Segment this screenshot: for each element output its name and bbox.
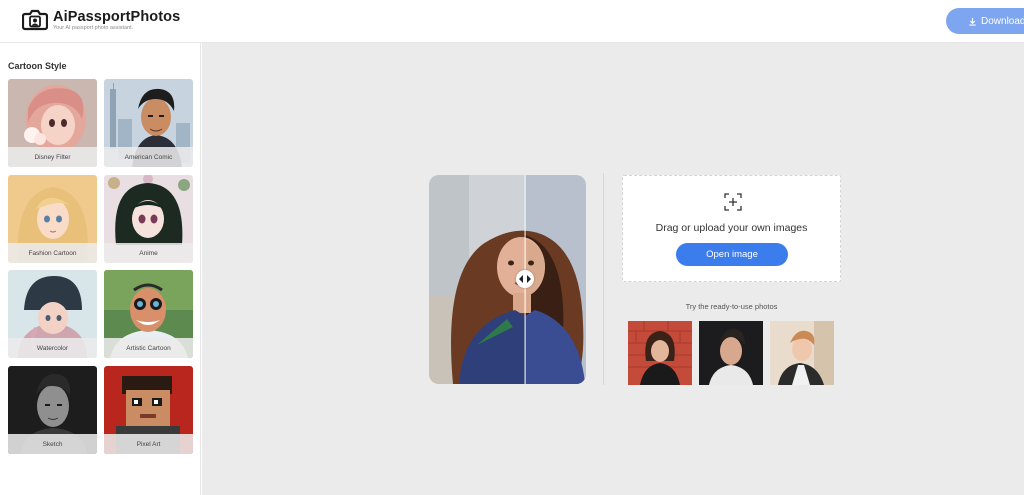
top-header: AiPassportPhotos Your AI passport photo … bbox=[0, 0, 1024, 43]
style-card-label: Sketch bbox=[8, 434, 97, 454]
open-image-button[interactable]: Open image bbox=[676, 243, 788, 266]
sample-photo-2[interactable] bbox=[699, 321, 763, 385]
style-card-artistic-cartoon[interactable]: Artistic Cartoon bbox=[104, 270, 193, 358]
compare-slider-handle[interactable] bbox=[516, 270, 534, 288]
workspace: Drag or upload your own images Open imag… bbox=[202, 43, 1024, 495]
before-after-preview[interactable] bbox=[429, 175, 586, 384]
style-card-label: Anime bbox=[104, 243, 193, 263]
add-image-icon bbox=[724, 193, 742, 211]
style-card-watercolor[interactable]: Watercolor bbox=[8, 270, 97, 358]
style-card-fashion-cartoon[interactable]: Fashion Cartoon bbox=[8, 175, 97, 263]
style-card-disney-filter[interactable]: Disney Filter bbox=[8, 79, 97, 167]
download-button[interactable]: Download bbox=[946, 8, 1024, 34]
download-label: Download bbox=[981, 15, 1024, 27]
vertical-divider bbox=[603, 173, 604, 385]
camera-frame-icon bbox=[22, 9, 48, 31]
brand-name: AiPassportPhotos bbox=[53, 9, 181, 25]
style-sidebar: Cartoon Style Disney Filter American Com… bbox=[0, 43, 201, 495]
style-card-pixel-art[interactable]: Pixel Art bbox=[104, 366, 193, 454]
style-card-label: American Comic bbox=[104, 147, 193, 167]
style-card-label: Disney Filter bbox=[8, 147, 97, 167]
style-card-label: Watercolor bbox=[8, 338, 97, 358]
brand-tagline: Your AI passport photo assistant. bbox=[53, 25, 134, 31]
sample-photos-heading: Try the ready-to-use photos bbox=[685, 302, 778, 311]
sample-photo-1[interactable] bbox=[628, 321, 692, 385]
sample-photo-3[interactable] bbox=[770, 321, 834, 385]
sidebar-title: Cartoon Style bbox=[8, 61, 67, 71]
compare-arrows-icon bbox=[519, 275, 531, 283]
upload-prompt: Drag or upload your own images bbox=[655, 222, 808, 234]
download-icon bbox=[969, 17, 976, 26]
style-card-sketch[interactable]: Sketch bbox=[8, 366, 97, 454]
style-card-label: Pixel Art bbox=[104, 434, 193, 454]
style-card-anime[interactable]: Anime bbox=[104, 175, 193, 263]
upload-dropzone[interactable]: Drag or upload your own images Open imag… bbox=[622, 175, 841, 282]
style-card-label: Fashion Cartoon bbox=[8, 243, 97, 263]
style-card-label: Artistic Cartoon bbox=[104, 338, 193, 358]
style-card-american-comic[interactable]: American Comic bbox=[104, 79, 193, 167]
